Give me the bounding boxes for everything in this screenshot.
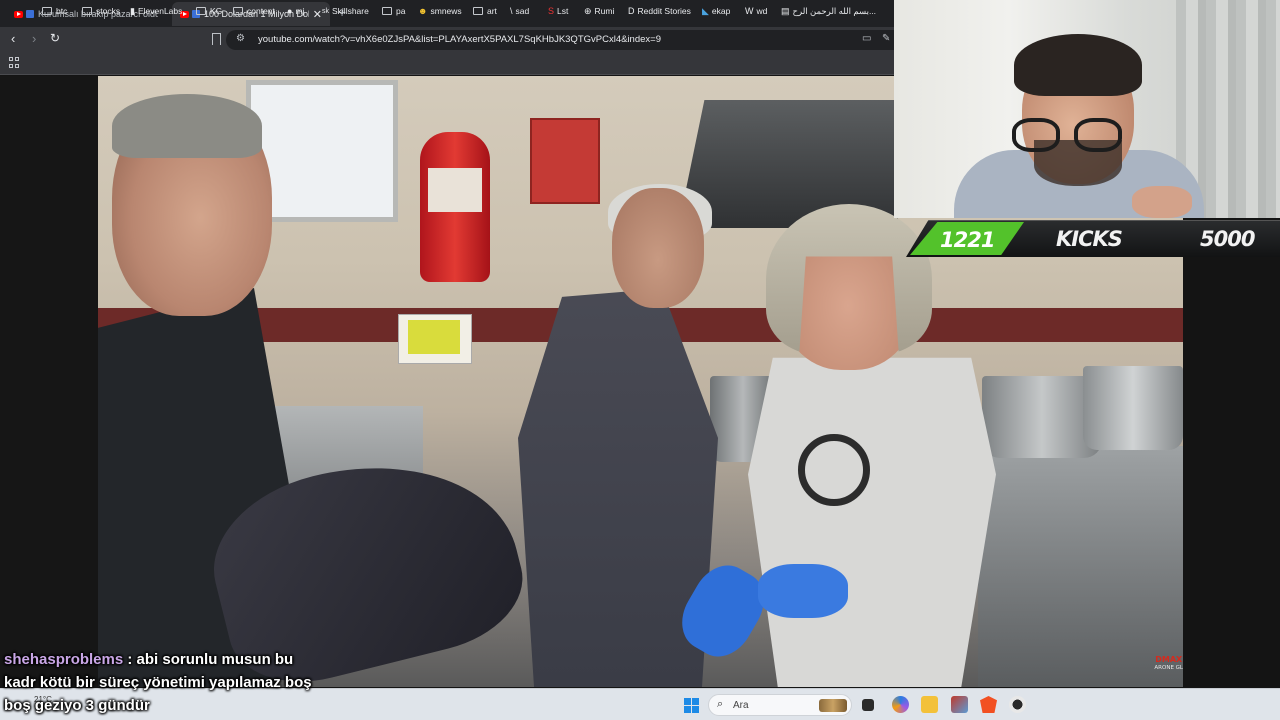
address-toolbar: ‹ › ↻ ⚙ youtube.com/watch?v=vhX6e0ZJsPA&… (0, 27, 894, 53)
file-explorer-icon[interactable] (921, 696, 938, 713)
back-button[interactable]: ‹ (11, 31, 15, 46)
person-man-left-hair (112, 94, 262, 158)
wikipedia-icon: W (745, 6, 754, 16)
bookmark-link[interactable]: ▮ ElevenLabs (130, 4, 182, 18)
watermark-subtext: ARONE GL (1154, 665, 1183, 671)
streamer-glasses (1012, 118, 1130, 158)
kicks-goal-bar: 1221 KICKS 5000 (906, 220, 1280, 257)
slash-icon: \ (510, 6, 513, 16)
taskbar-search[interactable]: ⌕ Ara (708, 694, 852, 716)
folder-icon (233, 7, 243, 15)
fire-alarm-box (530, 118, 600, 204)
kicks-goal: 5000 (1200, 227, 1255, 251)
copilot-icon[interactable] (892, 696, 909, 713)
chat-text: kadr kötü bir süreç yönetimi yapılamaz b… (4, 674, 312, 691)
channel-watermark: DMAX ARONE GL (1154, 655, 1183, 673)
github-icon: ● (287, 6, 293, 16)
reload-button[interactable]: ↻ (50, 31, 60, 45)
ekap-icon: ◣ (702, 5, 709, 16)
folder-icon (382, 7, 392, 15)
bookmark-link[interactable]: ● mj (287, 4, 304, 18)
brave-browser-icon[interactable] (980, 696, 997, 713)
stove (978, 446, 1183, 687)
folder-icon (82, 7, 92, 15)
bookmark-link[interactable]: \ sad (510, 4, 529, 18)
search-highlight-image (819, 699, 847, 712)
chat-message: shehasproblems : abi sorunlu musun bu ka… (4, 648, 324, 717)
bookmark-folder[interactable]: pa (382, 4, 405, 18)
bookmark-link[interactable]: Wwd (745, 4, 767, 18)
watermark-text: DMAX (1155, 655, 1183, 664)
bookmark-link[interactable]: ▤ بسم الله الرحمن الرح... (781, 4, 876, 18)
bookmark-icon[interactable] (212, 33, 221, 45)
s-logo-icon: S (548, 6, 555, 16)
folder-icon (196, 7, 206, 15)
search-icon: ⌕ (717, 698, 724, 710)
cast-icon[interactable]: ▭ (862, 33, 871, 44)
bookmark-link[interactable]: ◣ ekap (702, 4, 730, 18)
chat-text: : abi sorunlu musun bu (127, 651, 294, 668)
person-woman (748, 357, 996, 687)
streamer-hand (1132, 186, 1192, 218)
wall-sign-label (408, 320, 460, 354)
d-logo-icon: D (628, 6, 635, 16)
smiley-icon: ☻ (418, 6, 428, 16)
bookmark-link[interactable]: ⊕ Rumi (584, 4, 614, 18)
bookmark-link[interactable]: ☻ smnews (418, 4, 462, 18)
tab-favicon (26, 10, 34, 18)
windows-start-icon[interactable] (684, 698, 699, 713)
edit-icon[interactable]: ✎ (882, 33, 890, 44)
bookmarks-bar (0, 53, 894, 75)
obs-icon[interactable] (1009, 696, 1026, 713)
document-icon: ▤ (781, 5, 790, 16)
youtube-icon (14, 10, 23, 18)
folder-icon (42, 7, 52, 15)
address-bar[interactable]: ⚙ youtube.com/watch?v=vhX6e0ZJsPA&list=P… (226, 30, 894, 50)
extinguisher-label (428, 168, 482, 212)
bookmark-link[interactable]: D Reddit Stories (628, 4, 691, 18)
person-older-man-head (612, 188, 704, 308)
bookmark-link[interactable]: S Lst (548, 4, 568, 18)
blue-glove (758, 564, 848, 618)
apps-grid-icon[interactable] (9, 57, 20, 68)
bookmark-folder[interactable]: content (233, 4, 275, 18)
peace-symbol (798, 434, 870, 506)
search-placeholder: Ara (733, 700, 749, 711)
elevenlabs-icon: ▮ (130, 5, 135, 16)
bookmark-folder[interactable]: btc (42, 4, 67, 18)
bookmark-folder[interactable]: art (473, 4, 497, 18)
kicks-count: 1221 (940, 228, 995, 252)
bookmark-folder[interactable]: KG (196, 4, 222, 18)
snipping-tool-icon[interactable] (951, 696, 968, 713)
bookmark-link[interactable]: sk Skillshare (322, 4, 369, 18)
close-tab-icon[interactable]: ✕ (313, 8, 322, 21)
stream-background (0, 76, 98, 687)
forward-button[interactable]: › (32, 31, 36, 46)
cooking-pot (1083, 366, 1183, 450)
task-view-icon[interactable] (862, 699, 874, 711)
site-info-icon[interactable]: ⚙ (236, 33, 245, 44)
bookmark-folder[interactable]: stocks (82, 4, 120, 18)
skillshare-icon: sk (322, 7, 329, 15)
url-text: youtube.com/watch?v=vhX6e0ZJsPA&list=PLA… (258, 34, 661, 45)
folder-icon (473, 7, 483, 15)
streamer-hair (1014, 34, 1142, 96)
globe-icon: ⊕ (584, 5, 592, 16)
chat-username: shehasproblems (4, 651, 124, 668)
chat-text: boş geziyo 3 gündür (4, 697, 150, 714)
webcam-feed (894, 0, 1280, 218)
kicks-label: KICKS (1056, 227, 1123, 251)
